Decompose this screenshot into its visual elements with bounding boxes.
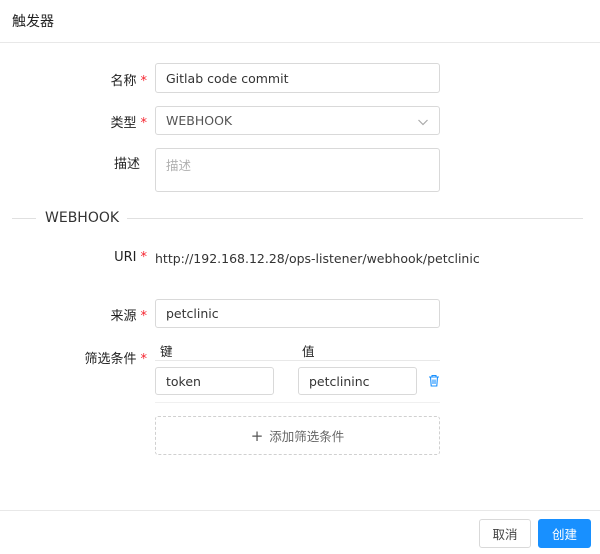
desc-label: 描述 <box>113 157 140 172</box>
filter-header-divider <box>155 360 440 361</box>
filter-value-header: 值 <box>302 344 315 359</box>
type-label: 类型 * <box>110 116 147 131</box>
footer-divider <box>0 510 600 511</box>
name-input-value: Gitlab code commit <box>166 70 289 86</box>
delete-icon[interactable] <box>428 374 440 387</box>
name-input[interactable]: Gitlab code commit <box>155 63 440 93</box>
filter-key-value: token <box>166 373 201 389</box>
source-input-value: petclinic <box>166 306 219 321</box>
add-filter-button[interactable]: + 添加筛选条件 <box>155 416 440 455</box>
filter-value-value: petclininc <box>309 373 370 389</box>
type-select[interactable]: WEBHOOK <box>155 106 440 135</box>
create-button[interactable]: 创建 <box>538 519 591 548</box>
cancel-button[interactable]: 取消 <box>479 519 531 548</box>
desc-textarea[interactable]: 描述 <box>155 148 440 192</box>
section-title: WEBHOOK <box>45 210 120 226</box>
source-input[interactable]: petclinic <box>155 299 440 328</box>
filter-key-header: 键 <box>160 344 173 359</box>
source-label: 来源 * <box>110 309 147 324</box>
uri-value: http://192.168.12.28/ops-listener/webhoo… <box>155 251 480 266</box>
type-select-value: WEBHOOK <box>166 113 233 128</box>
chevron-down-icon <box>418 119 428 126</box>
filter-row-divider <box>155 402 440 403</box>
dialog-title: 触发器 <box>12 14 54 30</box>
section-divider-right <box>127 218 583 219</box>
dialog-header: 触发器 <box>0 0 600 43</box>
filters-label: 筛选条件 * <box>84 352 147 367</box>
add-filter-label: 添加筛选条件 <box>269 429 345 444</box>
uri-label: URI * <box>114 250 147 265</box>
section-divider-left <box>12 218 36 219</box>
plus-icon: + <box>250 426 264 445</box>
desc-placeholder: 描述 <box>166 158 192 173</box>
name-label: 名称 * <box>110 74 147 89</box>
filter-key-input[interactable]: token <box>155 367 274 395</box>
filter-value-input[interactable]: petclininc <box>298 367 417 395</box>
